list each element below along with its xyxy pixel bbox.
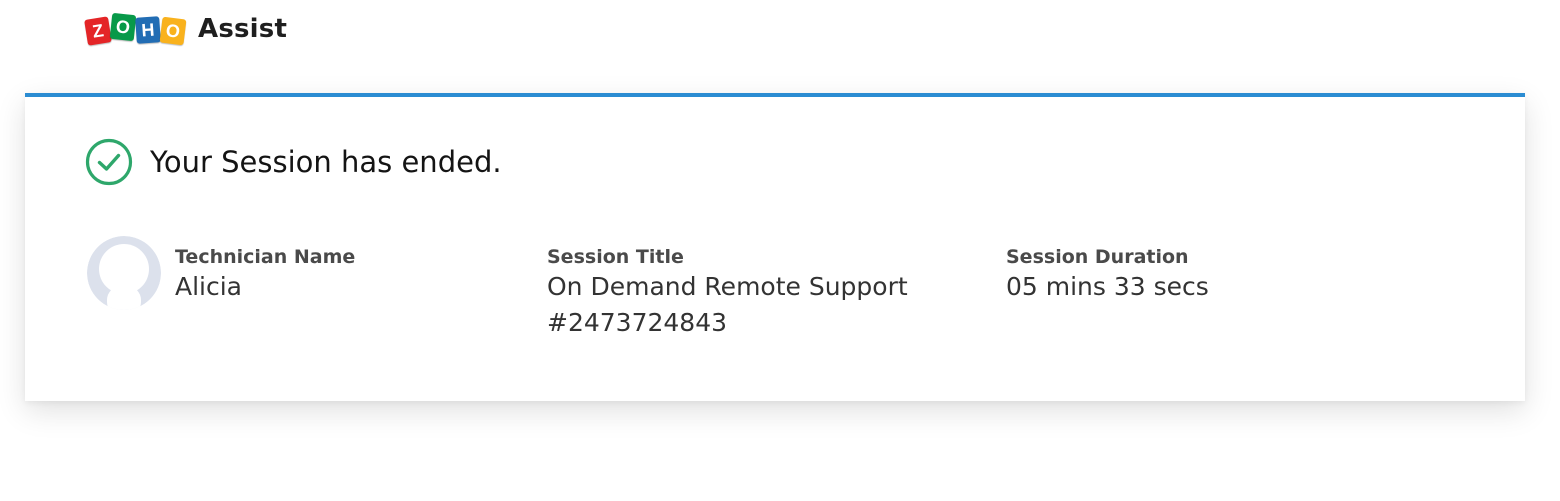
- product-name: Assist: [198, 14, 288, 44]
- user-avatar-icon: [87, 236, 161, 310]
- logo-tile-z: Z: [84, 16, 112, 46]
- logo-tile-o2: O: [159, 16, 187, 46]
- session-summary-card: Your Session has ended. Technician Name …: [25, 93, 1525, 401]
- technician-name-label: Technician Name: [175, 246, 356, 268]
- check-circle-icon: [85, 138, 133, 186]
- session-duration-value: 05 mins 33 secs: [1006, 272, 1209, 301]
- session-status: Your Session has ended.: [85, 138, 502, 186]
- logo-tile-o1: O: [109, 12, 137, 42]
- session-duration-info: Session Duration 05 mins 33 secs: [1006, 245, 1426, 305]
- session-ended-message: Your Session has ended.: [150, 145, 502, 179]
- technician-name-value: Alicia: [175, 272, 243, 301]
- session-title-info: Session Title On Demand Remote Support #…: [547, 245, 967, 341]
- technician-info: Technician Name Alicia: [175, 245, 515, 305]
- session-title-value-line2: #2473724843: [547, 308, 728, 337]
- logo-tile-h: H: [135, 15, 161, 44]
- session-duration-label: Session Duration: [1006, 246, 1189, 268]
- session-title-label: Session Title: [547, 246, 684, 268]
- zoho-logo[interactable]: Z O H O: [84, 9, 187, 49]
- session-title-value-line1: On Demand Remote Support: [547, 272, 908, 301]
- app-header: Z O H O Assist: [84, 9, 288, 49]
